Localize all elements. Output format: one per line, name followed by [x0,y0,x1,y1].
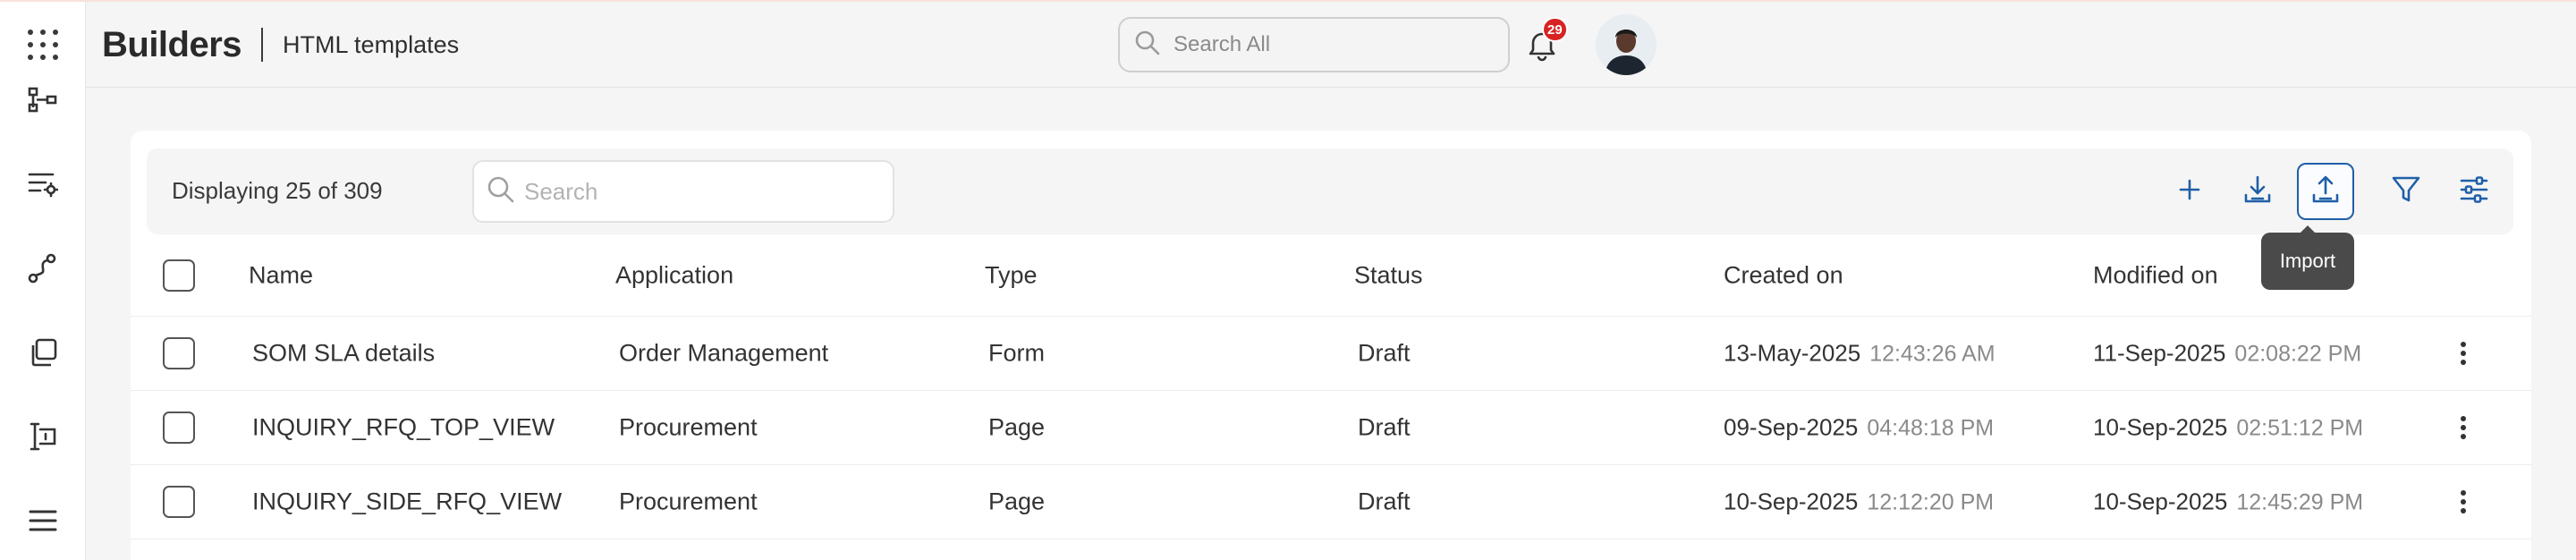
upload-icon [2309,174,2342,210]
row-checkbox[interactable] [163,412,195,444]
column-header-name[interactable]: Name [249,261,313,289]
global-search[interactable] [1118,17,1510,72]
row-type: Page [988,488,1046,515]
created-time: 12:43:26 AM [1869,341,1996,367]
sliders-icon [2459,175,2489,208]
filter-button[interactable] [2377,163,2435,220]
row-checkbox[interactable] [163,337,195,369]
apps-grid-icon[interactable] [21,23,64,66]
column-header-type[interactable]: Type [985,261,1038,289]
modified-time: 02:08:22 PM [2234,341,2362,367]
modified-date: 10-Sep-2025 [2093,413,2228,441]
list-settings-icon[interactable] [21,163,64,206]
table-header-row: Name Application Type Status Created on … [131,234,2531,317]
menu-icon[interactable] [21,499,64,542]
record-count: Displaying 25 of 309 [172,177,383,204]
add-button[interactable] [2161,163,2218,220]
app-title: Builders [102,24,242,64]
row-created: 09-Sep-2025 04:48:18 PM [1724,414,1994,442]
row-application: Procurement [619,488,758,515]
table-search-input[interactable] [524,177,882,206]
row-modified: 10-Sep-2025 12:45:29 PM [2093,488,2363,516]
filter-icon [2391,174,2421,209]
left-rail [0,2,86,560]
row-name[interactable]: SOM SLA details [252,340,435,368]
modified-time: 02:51:12 PM [2236,415,2364,441]
row-checkbox[interactable] [163,486,195,518]
column-header-modified[interactable]: Modified on [2093,261,2218,289]
row-type: Page [988,413,1046,441]
title-divider [261,28,264,62]
row-name[interactable]: INQUIRY_RFQ_TOP_VIEW [252,414,555,442]
more-vertical-icon[interactable] [2453,412,2474,444]
row-status: Draft [1358,488,1411,515]
global-search-input[interactable] [1174,32,1496,57]
search-icon [487,175,515,208]
app-header: Builders HTML templates 29 [86,2,2576,88]
download-icon [2241,174,2274,210]
row-modified: 11-Sep-2025 02:08:22 PM [2093,340,2361,368]
table-toolbar: Displaying 25 of 309 [147,148,2513,234]
column-header-status[interactable]: Status [1354,261,1423,289]
row-created: 13-May-2025 12:43:26 AM [1724,340,1996,368]
row-type: Form [988,339,1045,367]
created-time: 12:12:20 PM [1867,489,1995,515]
hierarchy-icon[interactable] [21,79,64,122]
copy-icon[interactable] [21,331,64,374]
table-row[interactable]: INQUIRY_RFQ_TOP_VIEW Procurement Page Dr… [131,391,2531,465]
more-vertical-icon[interactable] [2453,337,2474,369]
download-button[interactable] [2229,163,2286,220]
created-date: 09-Sep-2025 [1724,413,1859,441]
brand: Builders HTML templates [102,21,459,68]
column-settings-button[interactable] [2445,163,2503,220]
table-row[interactable]: INQUIRY_SIDE_RFQ_VIEW Procurement Page D… [131,465,2531,539]
row-status: Draft [1358,339,1411,367]
search-icon [1134,30,1161,61]
row-status: Draft [1358,413,1411,441]
page-subtitle: HTML templates [283,30,460,58]
more-vertical-icon[interactable] [2453,486,2474,518]
select-all-checkbox[interactable] [163,259,195,292]
row-name[interactable]: INQUIRY_SIDE_RFQ_VIEW [252,488,562,516]
row-application: Procurement [619,413,758,441]
text-cursor-icon[interactable] [21,415,64,458]
notification-badge: 29 [1542,17,1568,42]
column-header-created[interactable]: Created on [1724,261,1843,289]
row-modified: 10-Sep-2025 02:51:12 PM [2093,414,2363,442]
column-header-application[interactable]: Application [615,261,733,289]
avatar[interactable] [1596,14,1657,75]
row-application: Order Management [619,339,829,367]
created-date: 13-May-2025 [1724,339,1861,367]
row-created: 10-Sep-2025 12:12:20 PM [1724,488,1994,516]
templates-card: Displaying 25 of 309 Search Import Name … [131,131,2531,560]
created-time: 04:48:18 PM [1867,415,1995,441]
modified-date: 10-Sep-2025 [2093,488,2228,515]
import-button[interactable] [2297,163,2354,220]
add-icon [2176,176,2203,208]
table-row[interactable]: SOM SLA details Order Management Form Dr… [131,317,2531,391]
workflow-icon[interactable] [21,247,64,290]
modified-time: 12:45:29 PM [2236,489,2364,515]
modified-date: 11-Sep-2025 [2093,339,2226,367]
created-date: 10-Sep-2025 [1724,488,1859,515]
table-search[interactable] [472,160,894,223]
